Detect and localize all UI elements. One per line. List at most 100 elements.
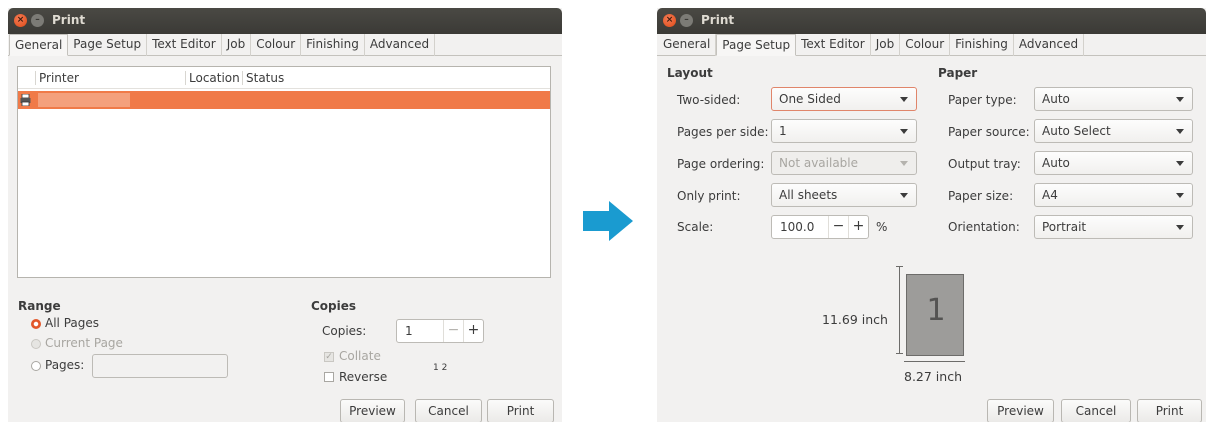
- paper-size-select[interactable]: A4: [1034, 183, 1193, 207]
- collate-checkbox[interactable]: ✓: [324, 352, 334, 362]
- paper-type-select[interactable]: Auto: [1034, 87, 1193, 111]
- only-print-label: Only print:: [677, 189, 741, 203]
- two-sided-select[interactable]: One Sided: [771, 87, 917, 111]
- orientation-select[interactable]: Portrait: [1034, 215, 1193, 239]
- column-printer[interactable]: Printer: [39, 71, 79, 85]
- chevron-down-icon: [1176, 193, 1184, 198]
- tab-bar: General Page Setup Text Editor Job Colou…: [657, 34, 1206, 56]
- tab-job[interactable]: Job: [222, 34, 252, 56]
- height-dimension-tick: [896, 266, 903, 267]
- tab-text-editor[interactable]: Text Editor: [796, 34, 871, 56]
- tab-general[interactable]: General: [9, 34, 69, 56]
- minimize-icon[interactable]: –: [680, 14, 693, 27]
- page-height-label: 11.69 inch: [822, 312, 888, 327]
- paper-type-value: Auto: [1042, 92, 1070, 106]
- column-status[interactable]: Status: [246, 71, 284, 85]
- tab-bar: General Page Setup Text Editor Job Colou…: [8, 34, 562, 56]
- copies-stepper[interactable]: 1 − +: [396, 319, 484, 343]
- height-dimension-line: [899, 266, 900, 354]
- printer-list[interactable]: Printer Location Status: [17, 66, 551, 278]
- print-button[interactable]: Print: [1137, 399, 1202, 422]
- column-separator: [35, 71, 36, 85]
- page-preview-number: 1: [926, 293, 946, 328]
- close-icon[interactable]: ×: [14, 14, 27, 27]
- only-print-value: All sheets: [779, 188, 838, 202]
- cancel-button[interactable]: Cancel: [1061, 399, 1131, 422]
- radio-all-pages[interactable]: [31, 319, 41, 329]
- range-title: Range: [18, 299, 61, 313]
- tab-job[interactable]: Job: [871, 34, 901, 56]
- scale-stepper[interactable]: 100.0 − +: [771, 215, 869, 239]
- chevron-down-icon: [1176, 97, 1184, 102]
- title-bar[interactable]: × – Print: [657, 8, 1206, 34]
- preview-button[interactable]: Preview: [987, 399, 1054, 422]
- tab-finishing[interactable]: Finishing: [950, 34, 1014, 56]
- paper-source-select[interactable]: Auto Select: [1034, 119, 1193, 143]
- current-page-label[interactable]: Current Page: [45, 336, 123, 350]
- orientation-value: Portrait: [1042, 220, 1087, 234]
- printer-row-selected[interactable]: [18, 91, 550, 109]
- chevron-down-icon: [900, 97, 908, 102]
- tab-finishing[interactable]: Finishing: [301, 34, 365, 56]
- radio-current-page[interactable]: [31, 339, 41, 349]
- print-button[interactable]: Print: [487, 399, 554, 422]
- reverse-checkbox[interactable]: [324, 372, 334, 382]
- minus-icon[interactable]: −: [443, 320, 463, 342]
- pages-per-side-select[interactable]: 1: [771, 119, 917, 143]
- copies-value[interactable]: 1: [397, 320, 443, 342]
- print-dialog-general: × – Print General Page Setup Text Editor…: [8, 8, 562, 422]
- paper-source-value: Auto Select: [1042, 124, 1111, 138]
- two-sided-value: One Sided: [779, 92, 841, 106]
- plus-icon[interactable]: +: [463, 320, 483, 342]
- column-separator: [185, 71, 186, 85]
- collate-preview: 1 2: [433, 363, 448, 373]
- plus-icon[interactable]: +: [848, 216, 868, 238]
- output-tray-value: Auto: [1042, 156, 1070, 170]
- only-print-select[interactable]: All sheets: [771, 183, 917, 207]
- tab-page-setup[interactable]: Page Setup: [68, 34, 148, 56]
- minimize-icon[interactable]: –: [31, 14, 44, 27]
- output-tray-select[interactable]: Auto: [1034, 151, 1193, 175]
- title-bar[interactable]: × – Print: [8, 8, 562, 34]
- page-width-label: 8.27 inch: [904, 369, 962, 384]
- scale-value[interactable]: 100.0: [772, 216, 828, 238]
- tab-page-setup[interactable]: Page Setup: [716, 34, 797, 56]
- minus-icon[interactable]: −: [828, 216, 848, 238]
- pages-input[interactable]: [92, 354, 228, 378]
- cancel-button[interactable]: Cancel: [415, 399, 482, 422]
- collate-label[interactable]: Collate: [339, 349, 381, 363]
- paper-type-label: Paper type:: [948, 93, 1017, 107]
- paper-size-label: Paper size:: [948, 189, 1014, 203]
- radio-pages[interactable]: [31, 361, 41, 371]
- copies-title: Copies: [311, 299, 357, 313]
- page-ordering-label: Page ordering:: [677, 157, 765, 171]
- chevron-down-icon: [1176, 161, 1184, 166]
- tab-colour[interactable]: Colour: [251, 34, 302, 56]
- arrow-right-icon: [583, 201, 633, 241]
- page-preview: 1: [906, 274, 964, 356]
- pages-label[interactable]: Pages:: [45, 358, 84, 372]
- layout-title: Layout: [667, 66, 713, 80]
- two-sided-label: Two-sided:: [677, 93, 741, 107]
- page-ordering-value: Not available: [779, 156, 859, 170]
- printer-icon: [20, 94, 31, 106]
- tab-text-editor[interactable]: Text Editor: [147, 34, 222, 56]
- scale-label: Scale:: [677, 220, 714, 234]
- width-dimension-line: [904, 361, 965, 362]
- all-pages-label[interactable]: All Pages: [45, 316, 99, 330]
- chevron-down-icon: [900, 161, 908, 166]
- tab-advanced[interactable]: Advanced: [1014, 34, 1085, 56]
- tab-general[interactable]: General: [658, 34, 717, 56]
- tab-advanced[interactable]: Advanced: [365, 34, 436, 56]
- tab-colour[interactable]: Colour: [900, 34, 951, 56]
- chevron-down-icon: [900, 193, 908, 198]
- reverse-label[interactable]: Reverse: [339, 370, 387, 384]
- window-title: Print: [701, 13, 735, 27]
- page-ordering-select[interactable]: Not available: [771, 151, 917, 175]
- scale-unit: %: [876, 220, 888, 234]
- paper-source-label: Paper source:: [948, 125, 1030, 139]
- preview-button[interactable]: Preview: [340, 399, 405, 422]
- column-location[interactable]: Location: [189, 71, 240, 85]
- printer-name-redacted: [38, 93, 130, 107]
- close-icon[interactable]: ×: [663, 14, 676, 27]
